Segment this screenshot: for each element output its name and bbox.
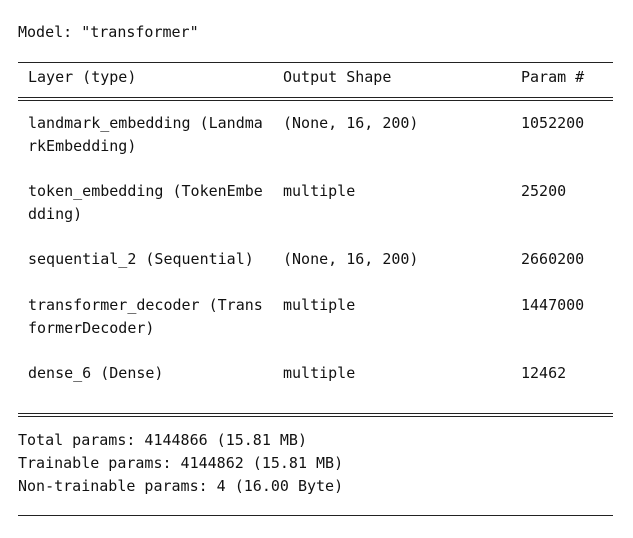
row-layer-name-continued: dding) <box>28 205 83 223</box>
model-title: Model: "transformer" <box>18 23 199 41</box>
header-params: Param # <box>521 68 585 86</box>
row-layer-name: sequential_2 (Sequential) <box>28 250 254 268</box>
row-layer-name: dense_6 (Dense) <box>28 364 164 382</box>
header-separator <box>18 97 613 101</box>
row-layer-name: token_embedding (TokenEmbe <box>28 182 263 200</box>
row-layer-name-continued: rkEmbedding) <box>28 137 137 155</box>
row-output-shape: (None, 16, 200) <box>283 250 419 268</box>
row-param-count: 12462 <box>521 364 567 382</box>
row-output-shape: (None, 16, 200) <box>283 114 419 132</box>
row-param-count: 2660200 <box>521 250 585 268</box>
row-output-shape: multiple <box>283 296 356 314</box>
total-params: Total params: 4144866 (15.81 MB) <box>18 431 307 449</box>
header-layer: Layer (type) <box>28 68 137 86</box>
bottom-rule <box>18 515 613 516</box>
row-param-count: 25200 <box>521 182 567 200</box>
non-trainable-params: Non-trainable params: 4 (16.00 Byte) <box>18 477 344 495</box>
footer-separator <box>18 413 613 417</box>
row-output-shape: multiple <box>283 364 356 382</box>
row-layer-name: transformer_decoder (Trans <box>28 296 263 314</box>
row-layer-name-continued: formerDecoder) <box>28 319 155 337</box>
row-layer-name: landmark_embedding (Landma <box>28 114 263 132</box>
row-output-shape: multiple <box>283 182 356 200</box>
top-rule <box>18 62 613 63</box>
trainable-params: Trainable params: 4144862 (15.81 MB) <box>18 454 344 472</box>
row-param-count: 1447000 <box>521 296 585 314</box>
row-param-count: 1052200 <box>521 114 585 132</box>
model-summary: Model: "transformer" Layer (type) Output… <box>18 0 613 538</box>
header-output-shape: Output Shape <box>283 68 392 86</box>
